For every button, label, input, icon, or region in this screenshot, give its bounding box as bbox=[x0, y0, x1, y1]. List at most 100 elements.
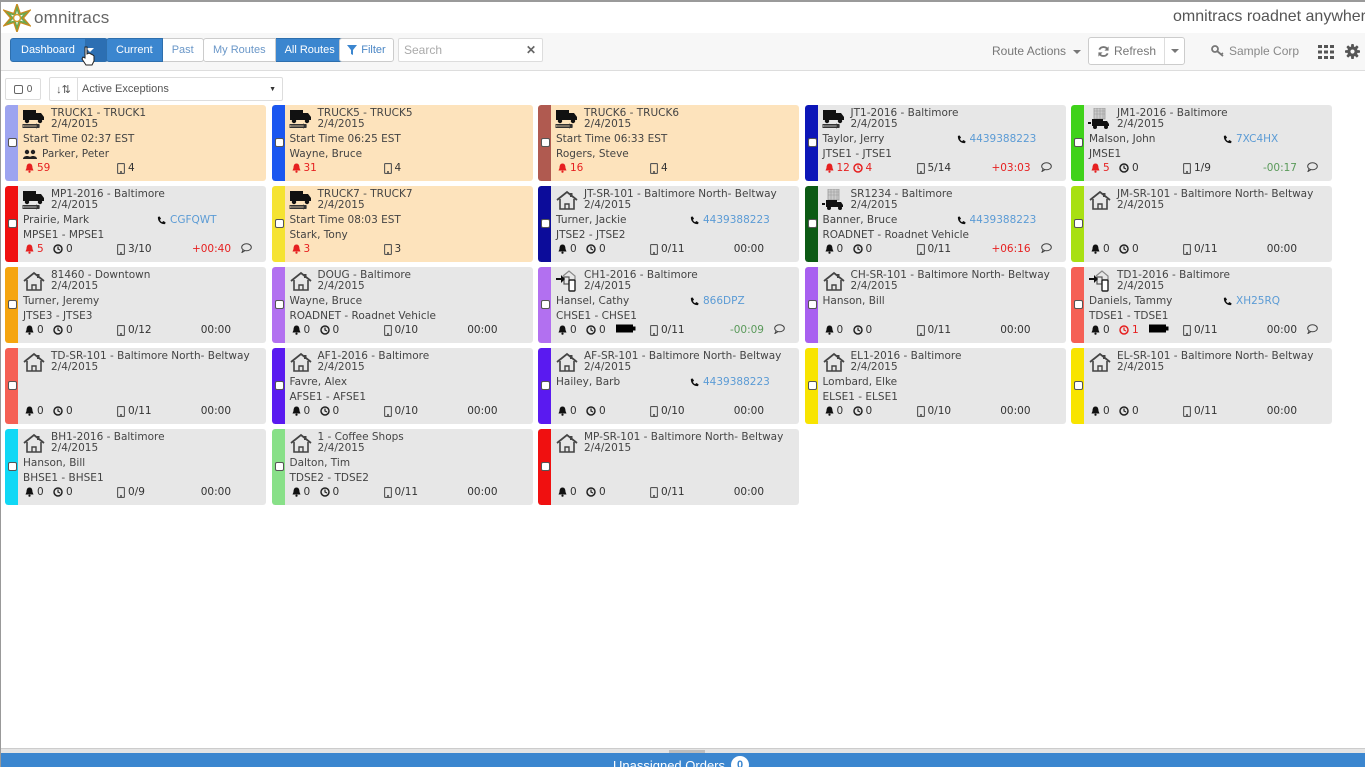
route-card[interactable]: CH-SR-101 - Baltimore North- Beltway 2/4/… bbox=[804, 267, 1066, 343]
route-select-checkbox[interactable] bbox=[807, 381, 817, 390]
route-phone-link[interactable]: XH25RQ bbox=[1223, 295, 1280, 307]
route-select-checkbox[interactable] bbox=[274, 219, 284, 228]
route-select-checkbox[interactable] bbox=[8, 462, 17, 471]
alerts-count[interactable]: 0 bbox=[825, 243, 843, 255]
past-button[interactable]: Past bbox=[162, 38, 204, 62]
route-card[interactable]: TRUCK1 - TRUCK1 2/4/2015 Start Time 02:37 … bbox=[5, 105, 266, 181]
route-select-checkbox[interactable] bbox=[1074, 381, 1083, 390]
search-input[interactable] bbox=[399, 39, 519, 61]
alerts-count[interactable]: 59 bbox=[25, 162, 50, 174]
route-card[interactable]: TRUCK5 - TRUCK5 2/4/2015 Start Time 06:25 … bbox=[271, 105, 533, 181]
comment-button[interactable] bbox=[241, 243, 255, 253]
late-count[interactable]: 0 bbox=[852, 405, 872, 417]
dashboard-button[interactable]: Dashboard bbox=[10, 38, 86, 62]
late-count[interactable]: 0 bbox=[319, 324, 339, 336]
late-count[interactable]: 0 bbox=[53, 324, 73, 336]
late-count[interactable]: 0 bbox=[586, 405, 606, 417]
route-card[interactable]: 1 - Coffee Shops 2/4/2015 Dalton, Tim TDSE2… bbox=[271, 429, 533, 505]
route-card[interactable]: AF1-2016 - Baltimore 2/4/2015 Favre, Alex A… bbox=[271, 348, 533, 424]
route-select-checkbox[interactable] bbox=[1074, 138, 1083, 147]
route-select-checkbox[interactable] bbox=[274, 381, 284, 390]
route-select-checkbox[interactable] bbox=[274, 300, 284, 309]
route-card[interactable]: EL-SR-101 - Baltimore North- Beltway 2/4/… bbox=[1071, 348, 1332, 424]
clear-search-icon[interactable]: ✕ bbox=[526, 43, 536, 57]
route-card[interactable]: JM1-2016 - Baltimore 2/4/2015 Malson, John… bbox=[1071, 105, 1332, 181]
route-phone-link[interactable]: 4439388223 bbox=[957, 133, 1036, 145]
alerts-count[interactable]: 16 bbox=[558, 162, 583, 174]
select-all-checkbox[interactable]: 0 bbox=[5, 78, 41, 100]
all-routes-button[interactable]: All Routes bbox=[275, 38, 345, 62]
omnitracs-logo[interactable]: omnitracs bbox=[3, 4, 110, 32]
refresh-button[interactable]: Refresh bbox=[1089, 38, 1164, 64]
route-card[interactable]: TRUCK7 - TRUCK7 2/4/2015 Start Time 08:03 … bbox=[271, 186, 533, 262]
alerts-count[interactable]: 12 bbox=[825, 162, 850, 174]
route-card[interactable]: 81460 - Downtown 2/4/2015 Turner, Jeremy JT… bbox=[5, 267, 266, 343]
unassigned-orders-bar[interactable]: Unassigned Orders 0 bbox=[1, 753, 1365, 767]
alerts-count[interactable]: 0 bbox=[825, 324, 843, 336]
route-select-checkbox[interactable] bbox=[807, 300, 817, 309]
route-card[interactable]: CH1-2016 - Baltimore 2/4/2015 Hansel, Cath… bbox=[538, 267, 799, 343]
route-select-checkbox[interactable] bbox=[8, 381, 17, 390]
late-count[interactable]: 0 bbox=[852, 324, 872, 336]
comment-button[interactable] bbox=[1040, 162, 1055, 172]
late-count[interactable]: 0 bbox=[586, 324, 606, 336]
route-card[interactable]: SR1234 - Baltimore 2/4/2015 Banner, Bruce R… bbox=[804, 186, 1066, 262]
route-select-checkbox[interactable] bbox=[807, 219, 817, 228]
route-actions-dropdown[interactable]: Route Actions bbox=[992, 44, 1082, 58]
route-select-checkbox[interactable] bbox=[8, 300, 17, 309]
alerts-count[interactable]: 0 bbox=[1091, 324, 1110, 336]
late-count[interactable]: 4 bbox=[852, 162, 872, 174]
alerts-count[interactable]: 0 bbox=[558, 324, 577, 336]
route-select-checkbox[interactable] bbox=[807, 138, 817, 147]
comment-button[interactable] bbox=[774, 324, 788, 334]
alerts-count[interactable]: 0 bbox=[292, 405, 310, 417]
unassigned-orders-toggle[interactable]: Unassigned Orders 0 bbox=[613, 756, 749, 767]
late-count[interactable]: 0 bbox=[1119, 243, 1139, 255]
route-phone-link[interactable]: 4439388223 bbox=[690, 214, 770, 226]
route-card[interactable]: MP1-2016 - Baltimore 2/4/2015 Prairie, Mar… bbox=[5, 186, 266, 262]
alerts-count[interactable]: 0 bbox=[558, 486, 577, 498]
sort-dropdown[interactable]: ↓⇅ Active Exceptions ▼ bbox=[49, 77, 283, 101]
route-card[interactable]: JM-SR-101 - Baltimore North- Beltway 2/4/… bbox=[1071, 186, 1332, 262]
route-card[interactable]: MP-SR-101 - Baltimore North- Beltway 2/4/… bbox=[538, 429, 799, 505]
route-phone-link[interactable]: 4439388223 bbox=[957, 214, 1036, 226]
alerts-count[interactable]: 0 bbox=[1091, 243, 1110, 255]
late-count[interactable]: 0 bbox=[319, 405, 339, 417]
alerts-count[interactable]: 0 bbox=[825, 405, 843, 417]
route-card[interactable]: JT1-2016 - Baltimore 2/4/2015 Taylor, Jerr… bbox=[804, 105, 1066, 181]
late-count[interactable]: 0 bbox=[586, 243, 606, 255]
route-select-checkbox[interactable] bbox=[1074, 300, 1083, 309]
late-count[interactable]: 1 bbox=[1119, 324, 1139, 336]
route-card[interactable]: AF-SR-101 - Baltimore North- Beltway 2/4/… bbox=[538, 348, 799, 424]
late-count[interactable]: 0 bbox=[1119, 162, 1139, 174]
my-routes-button[interactable]: My Routes bbox=[203, 38, 276, 62]
alerts-count[interactable]: 0 bbox=[292, 486, 310, 498]
late-count[interactable]: 0 bbox=[53, 486, 73, 498]
alerts-count[interactable]: 0 bbox=[558, 405, 577, 417]
settings-gear-icon[interactable] bbox=[1345, 44, 1360, 59]
organization-selector[interactable]: Sample Corp bbox=[1211, 44, 1299, 58]
alerts-count[interactable]: 3 bbox=[292, 243, 310, 255]
route-select-checkbox[interactable] bbox=[541, 381, 550, 390]
route-select-checkbox[interactable] bbox=[541, 300, 550, 309]
route-phone-link[interactable]: 866DPZ bbox=[690, 295, 745, 307]
search-field[interactable]: ✕ bbox=[398, 38, 543, 62]
late-count[interactable]: 0 bbox=[319, 486, 339, 498]
alerts-count[interactable]: 0 bbox=[1091, 405, 1110, 417]
route-card[interactable]: TD1-2016 - Baltimore 2/4/2015 Daniels, Tam… bbox=[1071, 267, 1332, 343]
route-card[interactable]: TRUCK6 - TRUCK6 2/4/2015 Start Time 06:33 … bbox=[538, 105, 799, 181]
route-select-checkbox[interactable] bbox=[541, 219, 550, 228]
route-select-checkbox[interactable] bbox=[274, 138, 284, 147]
route-card[interactable]: DOUG - Baltimore 2/4/2015 Wayne, Bruce ROAD… bbox=[271, 267, 533, 343]
route-phone-link[interactable]: CGFQWT bbox=[157, 214, 217, 226]
sort-order-icon[interactable]: ↓⇅ bbox=[50, 78, 78, 100]
alerts-count[interactable]: 0 bbox=[292, 324, 310, 336]
route-card[interactable]: BH1-2016 - Baltimore 2/4/2015 Hanson, Bill… bbox=[5, 429, 266, 505]
route-phone-link[interactable]: 4439388223 bbox=[690, 376, 770, 388]
current-button[interactable]: Current bbox=[106, 38, 163, 62]
route-select-checkbox[interactable] bbox=[541, 138, 550, 147]
apps-grid-icon[interactable] bbox=[1318, 45, 1334, 59]
comment-button[interactable] bbox=[1040, 243, 1055, 253]
alerts-count[interactable]: 31 bbox=[292, 162, 317, 174]
late-count[interactable]: 0 bbox=[586, 486, 606, 498]
